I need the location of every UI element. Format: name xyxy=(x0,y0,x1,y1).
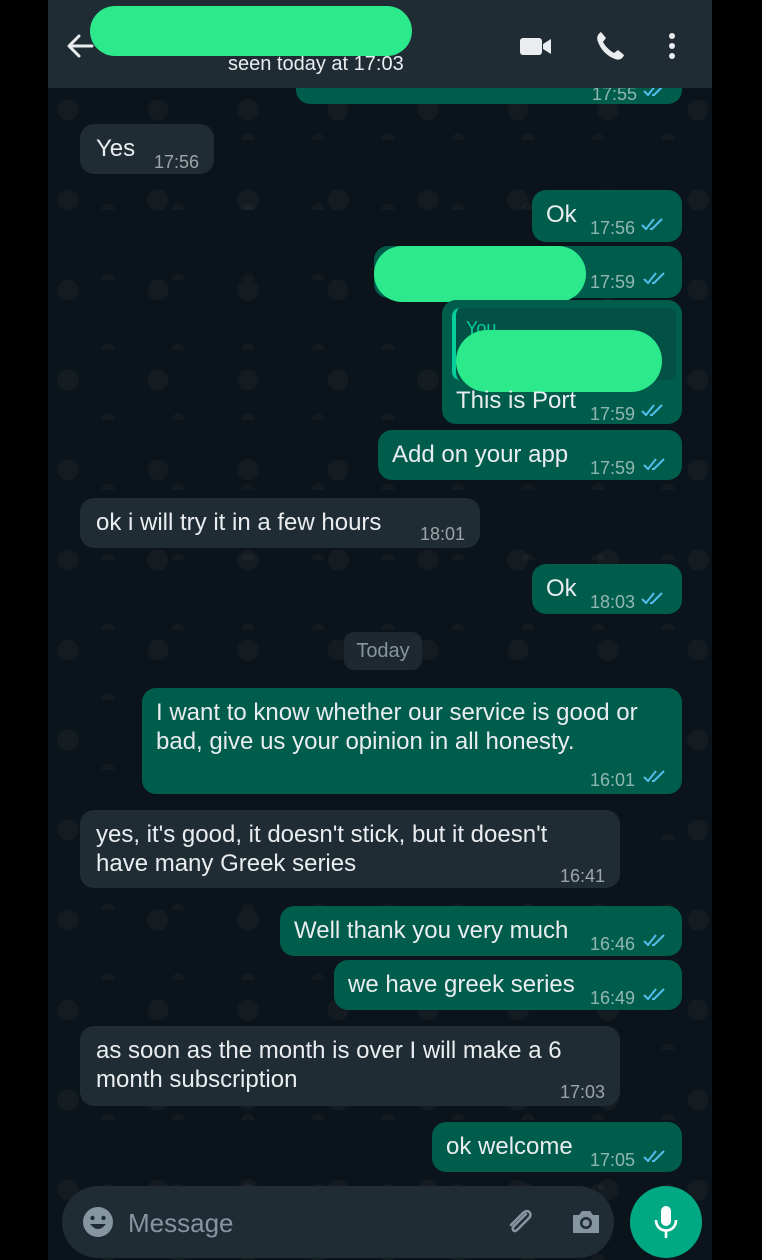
message-text: Yes xyxy=(96,135,136,162)
message-text: we have greek series xyxy=(348,971,575,998)
emoji-icon[interactable] xyxy=(80,1204,116,1240)
chat-screen: seen today at 17:03 17:55 Yes 17:56 Ok 1… xyxy=(48,0,712,1260)
microphone-icon xyxy=(654,1206,678,1238)
contact-name-redacted[interactable] xyxy=(90,6,412,56)
message-bubble-incoming[interactable]: as soon as the month is over I will make… xyxy=(80,1026,620,1106)
message-time: 17:03 xyxy=(560,1082,606,1102)
chat-header: seen today at 17:03 xyxy=(48,0,712,88)
message-time: 17:59 xyxy=(590,404,636,424)
read-ticks-icon xyxy=(643,1150,665,1163)
message-bubble-incoming[interactable]: Yes 17:56 xyxy=(80,124,214,174)
read-ticks-icon xyxy=(641,218,663,231)
redaction-overlay xyxy=(374,246,586,302)
message-text-line: bad, give us your opinion in all honesty… xyxy=(156,728,575,755)
message-text-line: month subscription xyxy=(96,1066,298,1093)
more-vert-icon[interactable] xyxy=(660,26,684,66)
redaction-overlay xyxy=(456,330,662,392)
message-text-line: have many Greek series xyxy=(96,850,357,877)
message-bubble-outgoing[interactable]: we have greek series 16:49 xyxy=(334,960,682,1010)
voice-record-button[interactable] xyxy=(630,1186,702,1258)
message-bubble-outgoing[interactable]: I want to know whether our service is go… xyxy=(142,688,682,794)
message-time: 16:46 xyxy=(590,934,636,954)
message-time: 18:03 xyxy=(590,592,636,612)
message-bubble-incoming[interactable]: ok i will try it in a few hours 18:01 xyxy=(80,498,480,548)
message-time: 17:56 xyxy=(154,152,200,172)
message-time: 16:01 xyxy=(590,770,636,790)
phone-icon[interactable] xyxy=(590,26,630,66)
message-time: 17:05 xyxy=(590,1150,636,1170)
message-time: 18:01 xyxy=(420,524,466,544)
date-divider: Today xyxy=(344,632,422,670)
message-input[interactable] xyxy=(126,1202,480,1244)
read-ticks-icon xyxy=(643,770,665,783)
message-bubble-outgoing[interactable]: Well thank you very much 16:46 xyxy=(280,906,682,956)
message-bubble-outgoing[interactable]: Ok 17:56 xyxy=(532,190,682,242)
video-call-icon[interactable] xyxy=(516,26,556,66)
message-bubble-outgoing[interactable]: Ok 18:03 xyxy=(532,564,682,614)
message-text: Add on your app xyxy=(392,441,569,468)
message-text: ok welcome xyxy=(446,1133,573,1160)
message-time: 17:56 xyxy=(590,218,636,238)
camera-icon[interactable] xyxy=(568,1204,604,1240)
message-text: ok i will try it in a few hours xyxy=(96,509,382,536)
message-bubble-outgoing[interactable]: Add on your app 17:59 xyxy=(378,430,682,480)
message-bubble-outgoing-reply[interactable]: You This is Port 17:59 xyxy=(442,300,682,424)
read-ticks-icon xyxy=(641,404,663,417)
message-bubble-outgoing[interactable]: 17:59 xyxy=(374,246,682,302)
message-time: 17:59 xyxy=(590,458,636,478)
message-time: 16:49 xyxy=(590,988,636,1008)
message-bubble-outgoing[interactable]: ok welcome 17:05 xyxy=(432,1122,682,1172)
message-bubble-incoming[interactable]: yes, it's good, it doesn't stick, but it… xyxy=(80,810,620,888)
message-text: Well thank you very much xyxy=(294,917,569,944)
read-ticks-icon xyxy=(643,458,665,471)
message-composer xyxy=(62,1186,614,1258)
message-time: 17:59 xyxy=(590,272,636,292)
read-ticks-icon xyxy=(643,934,665,947)
message-text: Ok xyxy=(546,201,577,228)
message-text: Ok xyxy=(546,575,577,602)
message-text-line: I want to know whether our service is go… xyxy=(156,699,638,726)
read-ticks-icon xyxy=(641,592,663,605)
paperclip-icon[interactable] xyxy=(502,1204,538,1240)
message-text-line: as soon as the month is over I will make… xyxy=(96,1037,562,1064)
read-ticks-icon xyxy=(643,988,665,1001)
message-text-line: yes, it's good, it doesn't stick, but it… xyxy=(96,821,548,848)
message-text: This is Port xyxy=(456,387,577,414)
message-time: 16:41 xyxy=(560,866,606,886)
read-ticks-icon xyxy=(643,272,665,285)
